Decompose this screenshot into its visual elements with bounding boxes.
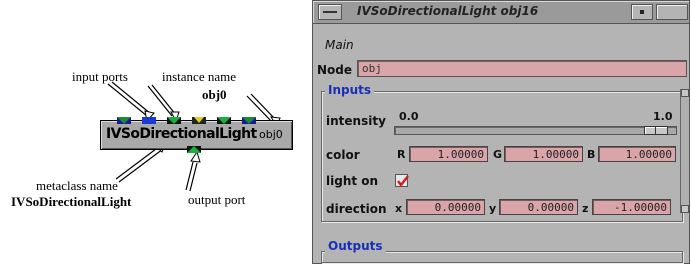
intensity-label: intensity [326,114,386,128]
inputs-title: Inputs [325,83,375,97]
minimize-button[interactable] [631,4,653,20]
intensity-min-label: 0.0 [399,110,419,123]
input-port-4[interactable] [192,117,206,124]
inputs-scrollbar[interactable] [680,89,689,213]
node-instance-name: obj0 [259,128,283,141]
scroll-up-button[interactable] [681,89,689,97]
intensity-max-label: 1.0 [653,110,673,123]
color-g-field[interactable]: 1.00000 [504,146,583,162]
checkmark-icon [397,175,409,187]
node-icon[interactable]: IVSoDirectionalLight obj0 [100,117,293,153]
maximize-button[interactable] [656,4,688,20]
direction-y-field[interactable]: 0.00000 [499,199,578,215]
node-name-field[interactable]: obj [357,60,687,77]
input-port-6[interactable] [242,117,256,124]
node-label: Node [317,63,353,77]
light-on-checkbox[interactable] [395,174,409,187]
direction-x-field[interactable]: 0.00000 [406,199,485,215]
input-port-3[interactable] [167,117,181,124]
scroll-down-button[interactable] [681,205,689,213]
direction-y-label: y [489,202,497,215]
outputs-title: Outputs [325,239,386,253]
menu-bar: Main [313,24,689,58]
node-class-name: IVSoDirectionalLight [106,126,257,142]
direction-label: direction [326,202,387,216]
direction-z-label: z [582,202,589,215]
color-b-label: B [587,148,596,161]
title-bar[interactable]: IVSoDirectionalLight obj16 [313,1,689,24]
intensity-slider[interactable] [394,126,677,135]
input-port-5[interactable] [217,117,231,124]
input-port-2[interactable] [142,117,156,124]
intensity-slider-thumb[interactable] [644,126,668,135]
color-g-label: G [493,148,503,161]
direction-x-label: x [395,202,403,215]
color-b-field[interactable]: 1.00000 [598,146,676,162]
window-menu-button[interactable] [318,4,342,20]
window-title: IVSoDirectionalLight obj16 [357,4,539,18]
node-editor-window: IVSoDirectionalLight obj16 Main Node obj… [312,0,690,264]
direction-z-field[interactable]: -1.00000 [592,199,671,215]
input-port-1[interactable] [117,117,131,124]
color-label: color [326,148,360,162]
light-on-label: light on [326,174,379,188]
output-port[interactable] [187,146,201,153]
color-r-field[interactable]: 1.00000 [409,146,488,162]
color-r-label: R [397,148,406,161]
menu-main[interactable]: Main [325,38,354,52]
